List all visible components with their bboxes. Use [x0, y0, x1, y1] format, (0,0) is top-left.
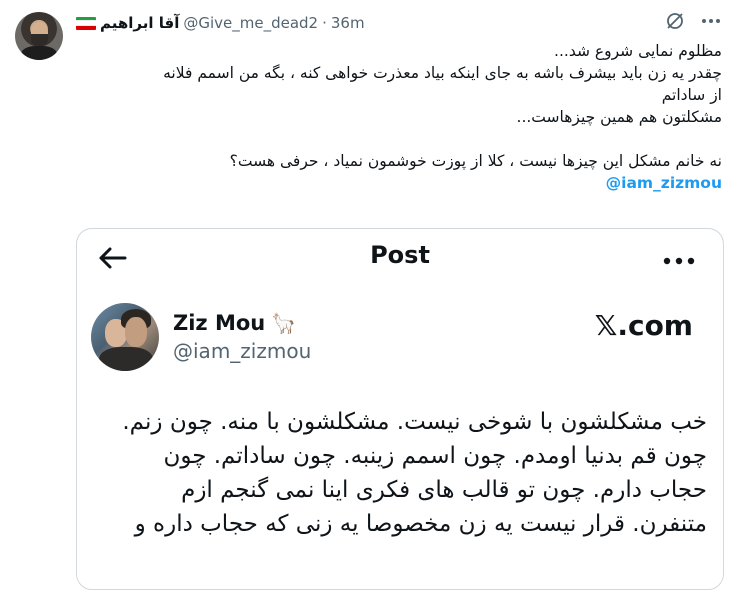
quoted-post-header: Post	[77, 229, 723, 287]
tweet-actions-top	[664, 10, 722, 32]
author-name[interactable]: آقا ابراهیم	[100, 14, 179, 32]
mention-link[interactable]: @iam_zizmou	[606, 174, 722, 192]
quoted-line: چون قم بدنیا اومدم. چون اسمم زینبه. چون …	[163, 443, 707, 469]
timestamp[interactable]: 36m	[331, 14, 365, 32]
quoted-post-title: Post	[370, 241, 430, 269]
tweet-line: از ساداتم	[661, 86, 722, 104]
quoted-author-avatar	[91, 303, 159, 371]
tweet-line: مشکلتون هم همین چیزهاست...	[516, 108, 722, 126]
llama-emoji-icon: 🦙	[271, 311, 297, 335]
more-icon[interactable]	[700, 10, 722, 32]
quoted-author-handle: @iam_zizmou	[173, 339, 312, 363]
quoted-post-text: خب مشکلشون با شوخی نیست. مشکلشون با منه.…	[97, 405, 707, 541]
tweet[interactable]: آقا ابراهیم @Give_me_dead2 · 36m مظلوم ن…	[0, 0, 742, 590]
quoted-line: خب مشکلشون با شوخی نیست. مشکلشون با منه.…	[122, 409, 707, 435]
tweet-line: نه خانم مشکل این چیزها نیست ، کلا از پوز…	[229, 152, 722, 170]
tweet-line: مظلوم نمایی شروع شد...	[554, 42, 722, 60]
quoted-author-name-row: Ziz Mou 🦙	[173, 311, 296, 335]
quoted-screenshot-card[interactable]: Post Ziz Mou 🦙 @iam_zizmou 𝕏.com خب مشکل…	[76, 228, 724, 590]
x-com-logo: 𝕏.com	[594, 309, 693, 342]
separator-dot: ·	[322, 14, 327, 32]
quoted-line: متنفرن. قرار نیست یه زن مخصوصا یه زنی که…	[134, 511, 707, 537]
author-avatar[interactable]	[15, 12, 63, 60]
quoted-author-name: Ziz Mou	[173, 311, 266, 335]
author-handle[interactable]: @Give_me_dead2	[183, 14, 318, 32]
grok-icon[interactable]	[664, 10, 686, 32]
quoted-line: حجاب دارم. چون تو قالب های فکری اینا نمی…	[181, 477, 707, 503]
tweet-line: چقدر یه زن باید بیشرف باشه به جای اینکه …	[163, 64, 722, 82]
quoted-more-icon	[663, 243, 695, 271]
tweet-text: مظلوم نمایی شروع شد... چقدر یه زن باید ب…	[82, 40, 722, 194]
iran-flag-icon	[76, 16, 96, 30]
tweet-header: آقا ابراهیم @Give_me_dead2 · 36m	[76, 12, 365, 34]
